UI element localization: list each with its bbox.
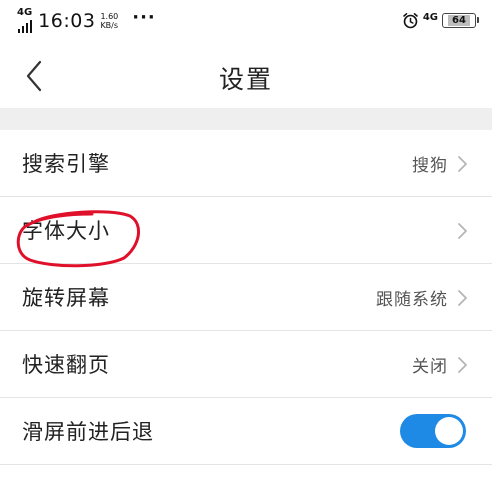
page-title: 设置 [218, 65, 273, 94]
alarm-icon [402, 12, 419, 29]
chevron-right-icon [458, 223, 467, 239]
setting-label: 搜索引擎 [22, 152, 110, 176]
chevron-right-icon [458, 156, 467, 172]
setting-swipe-navigation: 滑屏前进后退 [0, 398, 492, 465]
signal-group: 4G [17, 8, 32, 33]
setting-value: 搜狗 [412, 155, 448, 176]
setting-label: 字体大小 [22, 219, 110, 243]
status-bar: 4G 16:03 1.60 KB/s ··· 4G 64 [0, 0, 492, 46]
speed-value: 1.60 [100, 11, 119, 21]
network-type-left: 4G [17, 7, 33, 18]
setting-rotate-screen[interactable]: 旋转屏幕 跟随系统 [0, 264, 492, 331]
clock: 16:03 [38, 9, 96, 32]
signal-icon [18, 19, 32, 33]
network-speed: 1.60 KB/s [100, 12, 118, 30]
battery-icon: 64 [442, 13, 479, 28]
section-divider [0, 108, 492, 130]
setting-search-engine[interactable]: 搜索引擎 搜狗 [0, 130, 492, 197]
settings-list: 搜索引擎 搜狗 字体大小 旋转屏幕 跟随系统 快速翻页 关闭 滑屏前进后退 [0, 130, 492, 465]
setting-label: 旋转屏幕 [22, 286, 110, 310]
setting-value: 跟随系统 [376, 289, 448, 310]
setting-fast-page-turn[interactable]: 快速翻页 关闭 [0, 331, 492, 398]
setting-value: 关闭 [412, 356, 448, 377]
header: 设置 [0, 46, 492, 108]
speed-unit: KB/s [100, 20, 119, 30]
swipe-navigation-toggle[interactable] [400, 414, 466, 448]
setting-label: 滑屏前进后退 [22, 420, 154, 444]
chevron-right-icon [458, 357, 467, 373]
setting-font-size[interactable]: 字体大小 [0, 197, 492, 264]
network-type-right: 4G [422, 12, 438, 23]
toggle-knob [435, 417, 463, 445]
status-right: 4G 64 [402, 12, 479, 29]
status-left: 4G 16:03 1.60 KB/s ··· [17, 7, 156, 33]
chevron-right-icon [458, 290, 467, 306]
more-notifications-icon: ··· [132, 7, 156, 28]
setting-label: 快速翻页 [22, 353, 110, 377]
battery-level: 64 [448, 15, 470, 26]
